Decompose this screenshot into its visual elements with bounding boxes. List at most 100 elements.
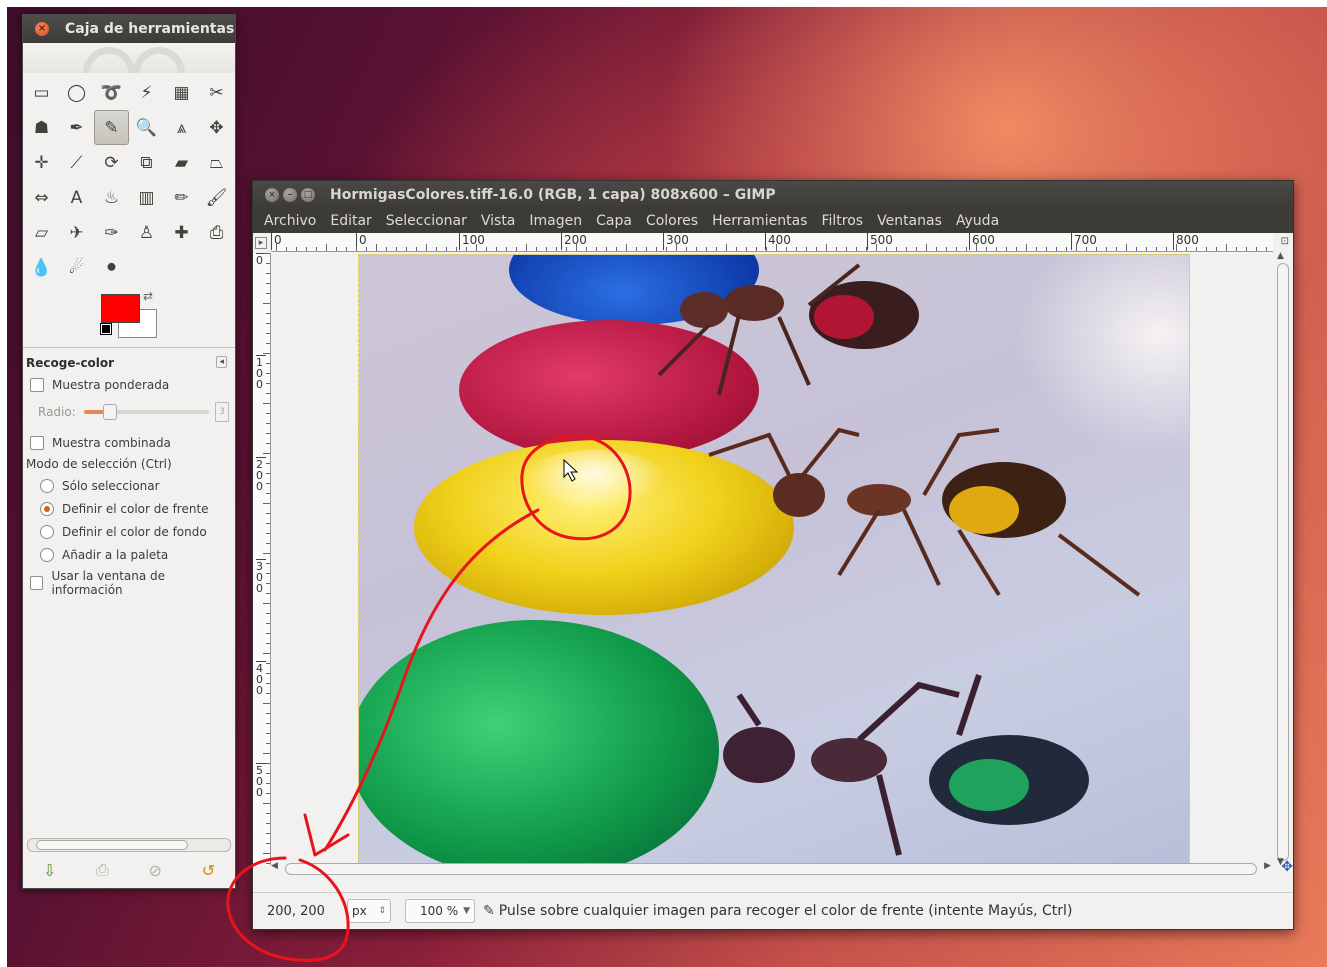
align-icon[interactable]: ✛	[24, 145, 59, 180]
airbrush-icon[interactable]: ✈	[59, 215, 94, 250]
pencil-icon[interactable]: ✏	[164, 180, 199, 215]
image-window-titlebar: × – □ HormigasColores.tiff-16.0 (RGB, 1 …	[253, 181, 1293, 209]
paths-icon[interactable]: ✒	[59, 110, 94, 145]
flip-icon[interactable]: ⇔	[24, 180, 59, 215]
ellipse-select-icon[interactable]: ◯	[59, 75, 94, 110]
menu-vista[interactable]: Vista	[474, 213, 523, 229]
pick-mode-option[interactable]: Sólo seleccionar	[26, 474, 232, 497]
wilber-drop-area[interactable]	[23, 43, 235, 73]
radius-value[interactable]: 3	[215, 401, 229, 422]
menu-colores[interactable]: Colores	[639, 213, 705, 229]
blur-icon[interactable]: 💧	[24, 250, 59, 285]
pick-mode-label: Sólo seleccionar	[62, 478, 160, 493]
vruler-tick-label: 200	[256, 457, 266, 492]
menu-filtros[interactable]: Filtros	[814, 213, 870, 229]
mouse-cursor-icon	[563, 458, 579, 482]
zoom-image-icon[interactable]: ⊡	[1281, 236, 1289, 247]
save-options-icon[interactable]: ⇩	[43, 861, 56, 880]
default-colors-icon[interactable]	[100, 323, 112, 335]
chevron-down-icon: ▼	[463, 906, 470, 916]
sample-merged-checkbox[interactable]	[30, 435, 44, 450]
pick-mode-option[interactable]: Añadir a la paleta	[26, 543, 232, 566]
pick-mode-option[interactable]: Definir el color de frente	[26, 497, 232, 520]
scissors-icon[interactable]: ✂	[199, 75, 234, 110]
hruler-tick-label: 400	[765, 233, 791, 250]
minimize-icon[interactable]: –	[283, 188, 297, 202]
horizontal-ruler[interactable]: 0 0 100 200 300 400 500 600 700 800	[271, 233, 1273, 252]
move-icon[interactable]: ✥	[199, 110, 234, 145]
radius-slider-knob[interactable]	[102, 403, 117, 420]
pick-mode-label: Modo de selección (Ctrl)	[26, 457, 172, 471]
clone-icon[interactable]: ♙	[129, 215, 164, 250]
vruler-tick-label: 500	[256, 763, 266, 798]
color-area: ⇄	[23, 289, 235, 341]
tool-options-title: Recoge-color	[26, 356, 115, 370]
radius-slider[interactable]	[83, 403, 209, 420]
shear-icon[interactable]: ▰	[164, 145, 199, 180]
dodge-burn-icon[interactable]: ⚫	[94, 250, 129, 285]
heal-icon[interactable]: ✚	[164, 215, 199, 250]
menu-capa[interactable]: Capa	[589, 213, 639, 229]
pick-mode-radio[interactable]	[40, 547, 54, 562]
pick-mode-option[interactable]: Definir el color de fondo	[26, 520, 232, 543]
image-canvas[interactable]	[358, 254, 1190, 872]
smudge-icon[interactable]: ☄	[59, 250, 94, 285]
scale-icon[interactable]: ⧉	[129, 145, 164, 180]
toolbox-titlebar: × Caja de herramientas	[23, 15, 235, 43]
unit-selector[interactable]: px ⇕	[347, 899, 391, 923]
measure-icon[interactable]: ⩓	[164, 110, 199, 145]
menu-ventanas[interactable]: Ventanas	[870, 213, 949, 229]
sample-merged-label: Muestra combinada	[52, 435, 171, 450]
menu-archivo[interactable]: Archivo	[257, 213, 323, 229]
pick-mode-radio[interactable]	[40, 478, 54, 493]
toolbox-hscrollbar[interactable]	[27, 838, 231, 852]
foreground-color-swatch[interactable]	[101, 294, 140, 323]
swap-colors-icon[interactable]: ⇄	[143, 289, 153, 303]
rect-select-icon[interactable]: ▭	[24, 75, 59, 110]
bucket-fill-icon[interactable]: ♨	[94, 180, 129, 215]
ant-red-abdomen	[657, 263, 919, 396]
vruler-tick-label: 400	[256, 661, 266, 696]
menu-ayuda[interactable]: Ayuda	[949, 213, 1006, 229]
close-icon[interactable]: ×	[265, 188, 279, 202]
menu-bar: Archivo Editar Seleccionar Vista Imagen Capa C…	[253, 209, 1293, 233]
quick-mask-icon[interactable]: ▸	[255, 237, 267, 249]
canvas-hscrollbar[interactable]: ◀ ▶	[271, 861, 1271, 875]
vertical-ruler[interactable]: 0 100 200 300 400 500	[253, 253, 271, 865]
select-by-color-icon[interactable]: ▦	[164, 75, 199, 110]
zoom-icon[interactable]: 🔍	[129, 110, 164, 145]
zoom-selector[interactable]: 100 % ▼	[405, 899, 475, 923]
tab-menu-icon[interactable]: ◂	[216, 356, 227, 368]
eraser-icon[interactable]: ▱	[24, 215, 59, 250]
fuzzy-select-icon[interactable]: ⚡	[129, 75, 164, 110]
paintbrush-icon[interactable]: 🖌	[199, 180, 234, 215]
crop-icon[interactable]: ⟋	[59, 145, 94, 180]
lasso-select-icon[interactable]: ➰	[94, 75, 129, 110]
menu-imagen[interactable]: Imagen	[522, 213, 589, 229]
perspective-clone-icon[interactable]: ⎙	[199, 215, 234, 250]
sample-average-checkbox[interactable]	[30, 377, 44, 392]
close-icon[interactable]: ×	[35, 22, 49, 36]
pick-mode-radio[interactable]	[40, 501, 54, 516]
canvas-vscrollbar[interactable]: ▲ ▼	[1277, 251, 1289, 867]
pick-mode-label: Definir el color de fondo	[62, 524, 207, 539]
delete-options-icon[interactable]: ⊘	[149, 861, 162, 880]
maximize-icon[interactable]: □	[301, 188, 315, 202]
color-picker-icon[interactable]: ✎	[94, 110, 129, 145]
pick-mode-radio[interactable]	[40, 524, 54, 539]
blend-icon[interactable]: ▥	[129, 180, 164, 215]
menu-herramientas[interactable]: Herramientas	[705, 213, 814, 229]
perspective-icon[interactable]: ⏢	[199, 145, 234, 180]
use-info-window-checkbox[interactable]	[30, 575, 44, 590]
text-icon[interactable]: A	[59, 180, 94, 215]
ant-green-abdomen	[723, 674, 1089, 856]
foreground-select-icon[interactable]: ☗	[24, 110, 59, 145]
menu-seleccionar[interactable]: Seleccionar	[379, 213, 474, 229]
vruler-tick-label: 0	[256, 253, 266, 266]
rotate-icon[interactable]: ⟳	[94, 145, 129, 180]
menu-editar[interactable]: Editar	[323, 213, 378, 229]
restore-options-icon[interactable]: ⎙	[96, 860, 109, 880]
ink-icon[interactable]: ✑	[94, 215, 129, 250]
reset-options-icon[interactable]: ↺	[202, 861, 215, 880]
navigate-icon[interactable]: ✥	[1281, 859, 1293, 875]
